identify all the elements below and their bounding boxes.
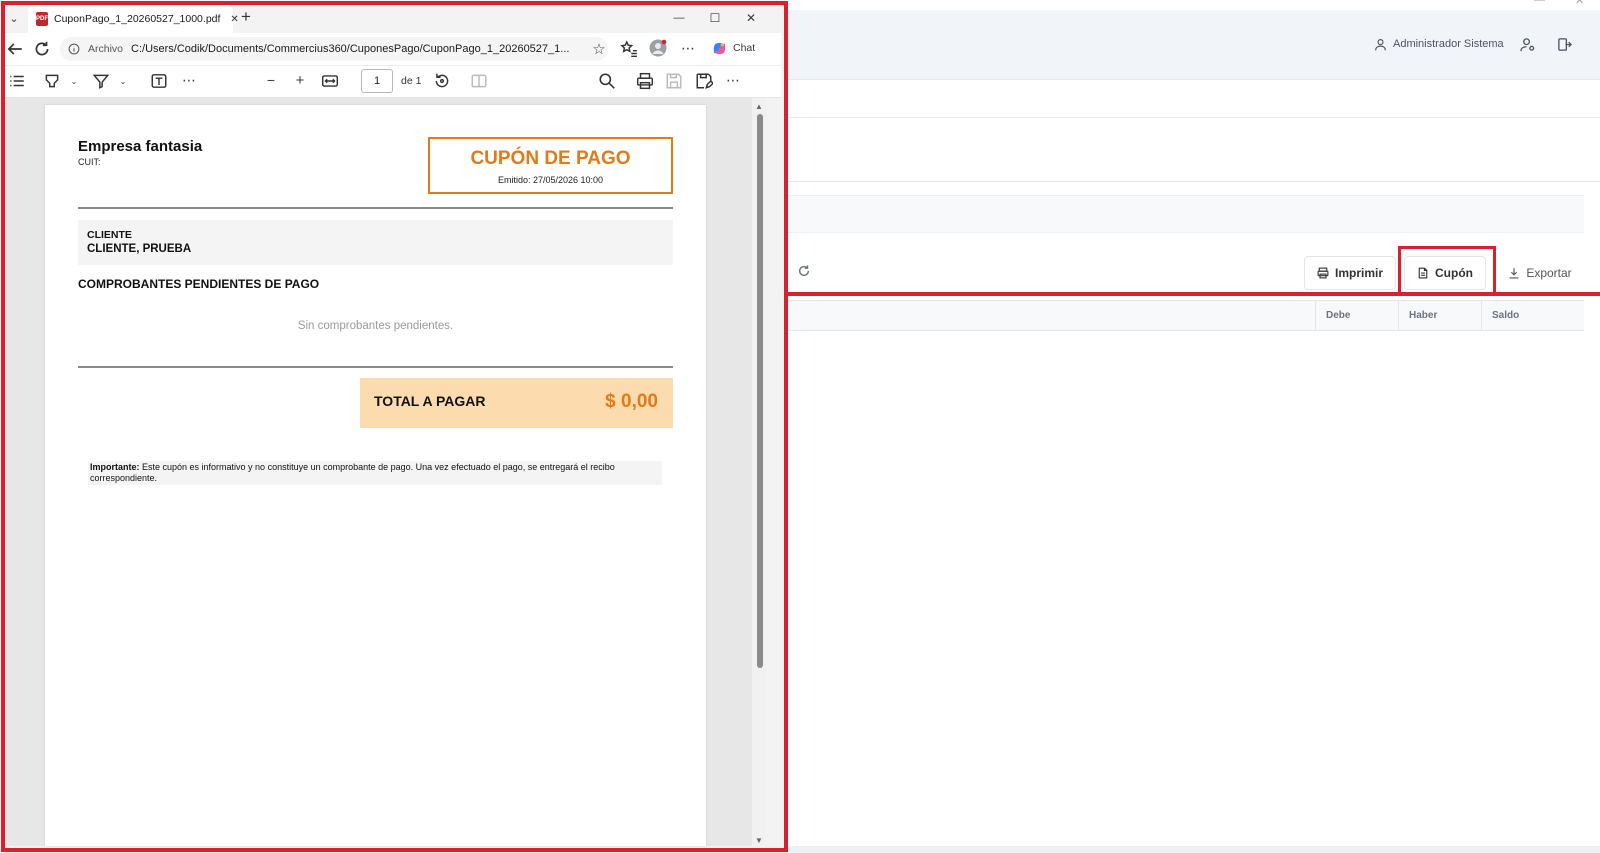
reload-icon[interactable]	[33, 40, 51, 58]
scrollbar-thumb[interactable]	[757, 114, 763, 668]
refresh-icon[interactable]	[797, 264, 811, 278]
close-window-icon[interactable]: ✕	[742, 9, 760, 27]
app-filter-band	[786, 195, 1584, 233]
text-tool-icon[interactable]	[150, 72, 168, 90]
contents-list-icon[interactable]	[8, 72, 26, 90]
tab-title: CuponPago_1_20260527_1000.pdf	[54, 13, 221, 25]
save-icon[interactable]	[665, 72, 683, 90]
draw-tool-icon[interactable]	[92, 72, 110, 90]
pending-empty-message: Sin comprobantes pendientes.	[297, 320, 454, 332]
client-label: CLIENTE	[87, 229, 132, 241]
app-close-icon[interactable]: ✕	[1575, 0, 1584, 7]
pdf-file-icon: PDF	[36, 12, 48, 26]
client-name: CLIENTE, PRUEBA	[87, 243, 192, 255]
rotate-icon[interactable]	[433, 72, 451, 90]
page-view-icon[interactable]	[470, 72, 488, 90]
print-pdf-icon[interactable]	[636, 72, 654, 90]
highlight-tool-icon[interactable]	[43, 72, 61, 90]
profile-avatar[interactable]	[649, 39, 667, 57]
highlight-dropdown-icon[interactable]: ⌄	[65, 72, 83, 90]
export-button-label: Exportar	[1526, 266, 1572, 280]
tab-bar: ⌄ PDF CuponPago_1_20260527_1000.pdf ✕ + …	[5, 5, 781, 33]
user-icon	[1375, 38, 1386, 50]
logout-icon[interactable]	[1554, 34, 1574, 54]
zoom-in-icon[interactable]: +	[291, 71, 309, 89]
user-settings-icon[interactable]	[1517, 34, 1537, 54]
pending-title: COMPROBANTES PENDIENTES DE PAGO	[78, 277, 320, 291]
divider	[78, 366, 673, 368]
print-button[interactable]: Imprimir	[1304, 256, 1396, 290]
company-name: Empresa fantasia	[78, 138, 203, 155]
url-scheme-label: Archivo	[88, 43, 124, 55]
save-as-icon[interactable]	[695, 72, 713, 90]
scroll-up-icon[interactable]: ▲	[755, 102, 763, 111]
minimize-icon[interactable]: —	[670, 9, 688, 27]
page-number-input[interactable]: 1	[361, 69, 393, 93]
info-icon	[68, 43, 80, 55]
grid-col-debe[interactable]: Debe	[1315, 300, 1398, 331]
user-menu[interactable]: Administrador Sistema	[1374, 34, 1504, 54]
coupon-highlight-frame	[1398, 246, 1496, 295]
total-value: $ 0,00	[605, 391, 658, 412]
search-icon[interactable]	[598, 72, 616, 90]
tab-actions-chevron-icon[interactable]: ⌄	[5, 9, 23, 27]
draw-dropdown-icon[interactable]: ⌄	[114, 72, 132, 90]
copilot-icon	[713, 42, 726, 54]
grid-col-saldo[interactable]: Saldo	[1481, 300, 1584, 331]
maximize-icon[interactable]: ☐	[706, 9, 724, 27]
back-arrow-icon[interactable]	[6, 40, 24, 58]
scroll-down-icon[interactable]: ▼	[755, 836, 763, 845]
print-button-label: Imprimir	[1334, 266, 1383, 280]
app-bottom-border	[786, 846, 1600, 853]
user-name: Administrador Sistema	[1393, 38, 1504, 50]
app-minimize-icon[interactable]: —	[1534, 0, 1545, 6]
browser-tab[interactable]: PDF CuponPago_1_20260527_1000.pdf ✕	[28, 5, 239, 33]
app-top-strip	[786, 0, 1600, 10]
more-menu-icon[interactable]: ⋯	[679, 39, 697, 57]
copilot-chat-button[interactable]: Chat	[711, 39, 769, 57]
highlight-bar	[786, 292, 1600, 296]
coupon-title: CUPÓN DE PAGO	[470, 148, 631, 169]
zoom-out-icon[interactable]: −	[262, 71, 280, 89]
important-note: Importante: Este cupón es informativo y …	[88, 461, 662, 485]
note-text: Este cupón es informativo y no constituy…	[90, 462, 615, 483]
divider	[78, 207, 673, 209]
favorites-icon[interactable]	[620, 40, 638, 58]
favorite-star-icon[interactable]: ☆	[590, 40, 608, 58]
download-icon	[1509, 268, 1519, 279]
pdf-more-icon[interactable]: ⋯	[724, 71, 742, 89]
page-total: de 1	[401, 75, 422, 87]
new-tab-icon[interactable]: +	[237, 7, 255, 26]
app-title-band	[786, 118, 1600, 182]
chat-label: Chat	[733, 42, 756, 54]
grid-col-haber[interactable]: Haber	[1398, 300, 1481, 331]
export-button[interactable]: Exportar	[1500, 256, 1580, 290]
app-nav-band	[786, 80, 1600, 118]
note-bold: Importante:	[90, 462, 140, 472]
printer-icon	[1317, 267, 1329, 279]
total-label: TOTAL A PAGAR	[374, 393, 486, 409]
url-text: C:/Users/Codik/Documents/Commercius360/C…	[131, 43, 570, 55]
coupon-emitted-date: Emitido: 27/05/2026 10:00	[497, 175, 604, 185]
cuit-label: CUIT:	[78, 157, 101, 167]
tools-more-icon[interactable]: ⋯	[180, 71, 198, 89]
pdf-viewer-window: ⌄ PDF CuponPago_1_20260527_1000.pdf ✕ + …	[0, 0, 788, 853]
url-field[interactable]: Archivo C:/Users/Codik/Documents/Commerc…	[60, 37, 608, 61]
fit-page-icon[interactable]	[321, 72, 339, 90]
